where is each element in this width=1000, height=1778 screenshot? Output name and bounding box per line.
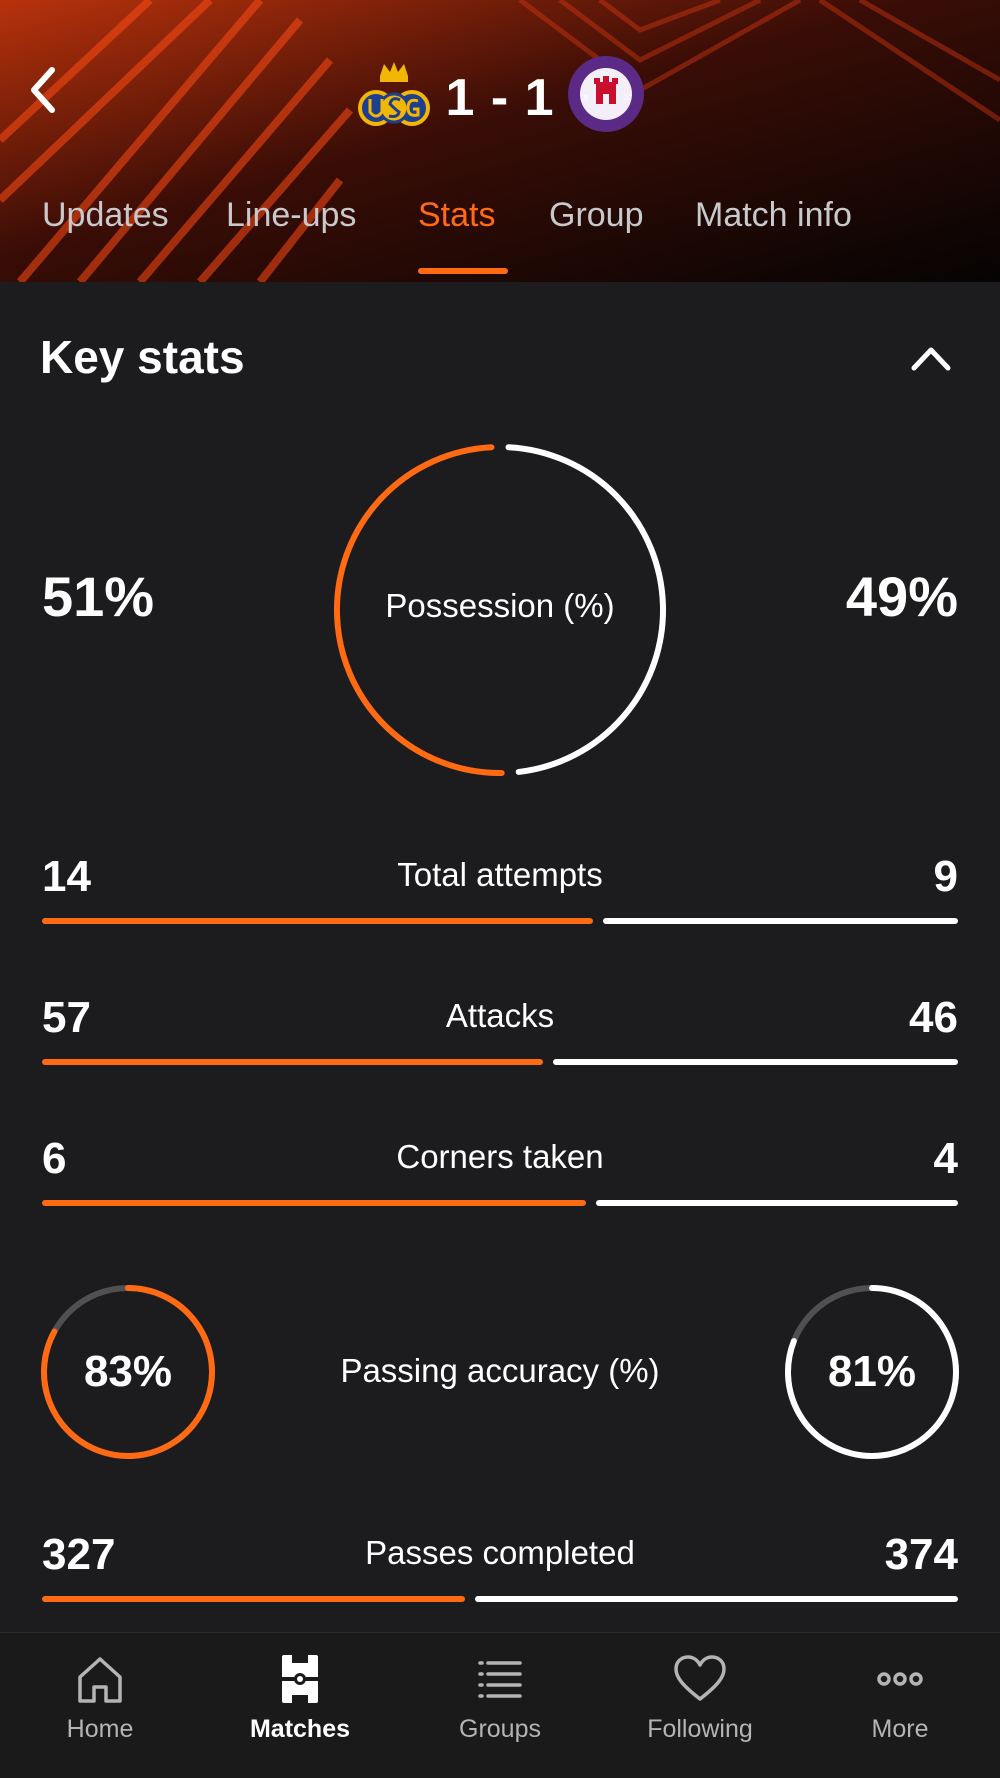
passing-accuracy-away-value: 81% [827, 1347, 917, 1396]
match-score: 1 - 1 [445, 69, 555, 127]
pitch-icon [282, 1655, 318, 1703]
usg-crest-icon [358, 62, 430, 126]
stat-row-corners-taken: 6 Corners taken 4 [0, 1134, 1000, 1254]
passes-completed-label: Passes completed [365, 1534, 635, 1571]
match-header: 1 - 1 19 37 Updates Line-ups Stats Group… [0, 0, 1000, 282]
toulouse-fc-crest-icon: 19 37 [568, 56, 644, 132]
tab-stats[interactable]: Stats [418, 196, 495, 235]
section-title: Key stats [40, 331, 245, 383]
possession-away-value: 49% [845, 565, 958, 628]
tab-group[interactable]: Group [549, 196, 644, 235]
passes-completed-away: 374 [884, 1530, 958, 1579]
tab-line-ups[interactable]: Line-ups [226, 196, 356, 235]
match-tabs: Updates Line-ups Stats Group Match info [0, 196, 1000, 282]
active-tab-indicator [418, 268, 508, 274]
nav-following[interactable]: Following [600, 1651, 800, 1761]
nav-matches[interactable]: Matches [200, 1651, 400, 1761]
attacks-home-bar [42, 1059, 544, 1065]
crest-year-left: 19 [580, 95, 588, 102]
passing-accuracy-stat: 83% Passing accuracy (%) 81% [0, 1284, 1000, 1464]
corners-taken-away: 4 [933, 1134, 958, 1183]
total-attempts-away-bar [603, 918, 958, 924]
list-icon [478, 1661, 522, 1698]
attacks-label: Attacks [445, 997, 555, 1034]
passing-accuracy-home-value: 83% [83, 1347, 173, 1396]
possession-home-value: 51% [42, 565, 155, 628]
bottom-navigation: Home Matches Groups Following More [0, 1632, 1000, 1778]
nav-following-label: Following [647, 1715, 753, 1743]
nav-home[interactable]: Home [0, 1651, 200, 1761]
corners-taken-label: Corners taken [396, 1138, 604, 1175]
corners-taken-home-bar [42, 1200, 586, 1206]
stat-row-total-attempts: 14 Total attempts 9 [0, 852, 1000, 972]
total-attempts-away: 9 [933, 852, 958, 901]
attacks-home: 57 [42, 993, 91, 1042]
nav-groups[interactable]: Groups [400, 1651, 600, 1761]
passes-completed-home: 327 [42, 1530, 116, 1579]
attacks-away: 46 [909, 993, 958, 1042]
stat-row-attacks: 57 Attacks 46 [0, 993, 1000, 1113]
corners-taken-home: 6 [42, 1134, 67, 1183]
possession-label: Possession (%) [385, 587, 615, 624]
passing-accuracy-label: Passing accuracy (%) [340, 1352, 660, 1389]
total-attempts-home: 14 [42, 852, 91, 901]
more-icon [877, 1672, 923, 1686]
scoreline: 1 - 1 19 37 [0, 50, 1000, 140]
heart-icon [674, 1655, 726, 1701]
tab-updates[interactable]: Updates [42, 196, 169, 235]
attacks-away-bar [553, 1059, 958, 1065]
stats-content: Key stats 51% Possession (%) 49% 14 Tota… [0, 282, 1000, 1632]
nav-home-label: Home [66, 1715, 134, 1743]
crest-year-right: 37 [624, 95, 632, 102]
nav-matches-label: Matches [249, 1715, 351, 1743]
total-attempts-label: Total attempts [397, 856, 603, 893]
nav-more-label: More [871, 1715, 929, 1743]
total-attempts-home-bar [42, 918, 594, 924]
corners-taken-away-bar [595, 1200, 958, 1206]
nav-groups-label: Groups [459, 1715, 541, 1743]
chevron-up-icon[interactable] [906, 340, 956, 376]
tab-match-info[interactable]: Match info [695, 196, 852, 235]
home-icon [78, 1657, 122, 1703]
passes-completed-home-bar [42, 1596, 465, 1602]
passes-completed-away-bar [474, 1596, 958, 1602]
possession-stat: 51% Possession (%) 49% [0, 442, 1000, 782]
nav-more[interactable]: More [800, 1651, 1000, 1761]
